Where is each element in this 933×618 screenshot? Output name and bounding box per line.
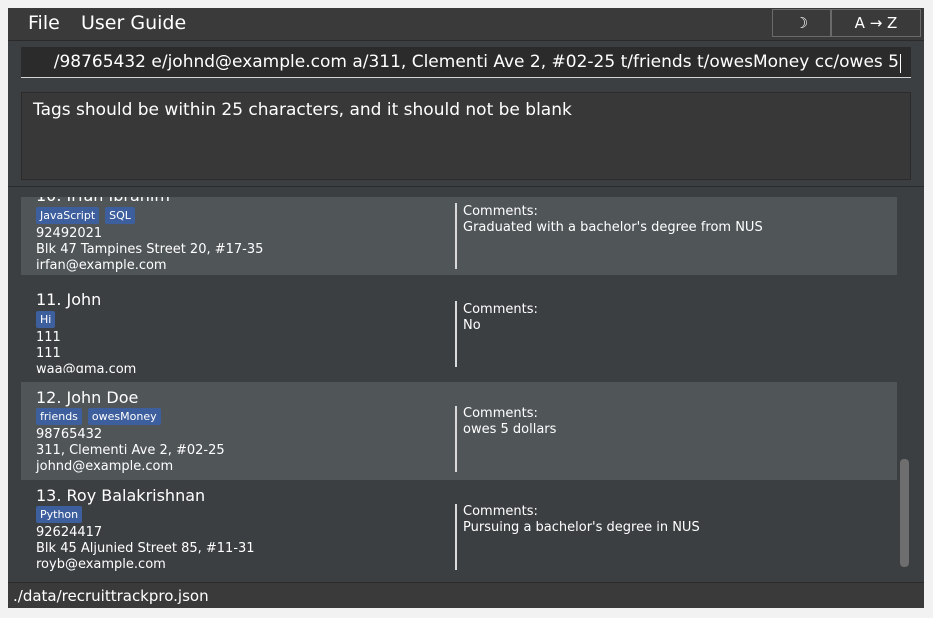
person-address: Blk 47 Tampines Street 20, #17-35	[36, 242, 264, 257]
comment-label: Comments:	[463, 204, 538, 219]
tag-list: JavaScript SQL	[36, 207, 135, 224]
person-name: 12. John Doe	[36, 388, 139, 407]
command-input-text: /98765432 e/johnd@example.com a/311, Cle…	[53, 52, 899, 72]
menu-file[interactable]: File	[28, 12, 60, 34]
person-address: Blk 45 Aljunied Street 85, #11-31	[36, 541, 255, 556]
tag: Hi	[36, 311, 56, 328]
tag: JavaScript	[36, 207, 100, 224]
person-address: 111	[36, 346, 61, 361]
person-email: royb@example.com	[36, 557, 166, 571]
tag-list: friends owesMoney	[36, 408, 161, 425]
text-caret	[900, 54, 901, 73]
person-name: 13. Roy Balakrishnan	[36, 486, 206, 505]
tag-list: Python	[36, 506, 83, 523]
person-phone: 92624417	[36, 525, 103, 540]
tag-list: Hi	[36, 311, 56, 328]
comment-divider	[455, 301, 457, 367]
moon-icon: ☽	[794, 14, 809, 32]
comment-divider	[455, 203, 457, 269]
tag: Python	[36, 506, 83, 523]
tag: friends	[36, 408, 82, 425]
menu-bar: File User Guide ☽ A → Z	[8, 8, 924, 41]
person-name: 11. John	[36, 290, 102, 309]
comment-label: Comments:	[463, 302, 538, 317]
comment-text: No	[463, 318, 481, 333]
theme-toggle-button[interactable]: ☽	[772, 9, 831, 37]
person-phone: 111	[36, 330, 61, 345]
scrollbar-thumb[interactable]	[900, 459, 909, 567]
status-bar: ./data/recruittrackpro.json	[8, 582, 924, 608]
sort-button[interactable]: A → Z	[831, 9, 921, 37]
comment-divider	[455, 406, 457, 472]
person-email: waa@gma.com	[36, 362, 137, 373]
person-email: johnd@example.com	[36, 459, 174, 474]
person-card[interactable]: 11. John Hi 111 111 waa@gma.com Comments…	[21, 275, 897, 373]
menu-user-guide[interactable]: User Guide	[81, 12, 186, 34]
app-window: File User Guide ☽ A → Z /98765432 e/john…	[8, 8, 924, 608]
comment-label: Comments:	[463, 504, 538, 519]
person-card[interactable]: 13. Roy Balakrishnan Python 92624417 Blk…	[21, 480, 897, 571]
person-card[interactable]: 10. Irfan Ibrahim JavaScript SQL 9249202…	[21, 197, 897, 275]
result-message: Tags should be within 25 characters, and…	[33, 100, 572, 120]
person-email: irfan@example.com	[36, 258, 167, 273]
person-list[interactable]: 10. Irfan Ibrahim JavaScript SQL 9249202…	[21, 197, 897, 571]
person-phone: 98765432	[36, 427, 103, 442]
tag: owesMoney	[87, 408, 161, 425]
comment-label: Comments:	[463, 406, 538, 421]
person-phone: 92492021	[36, 226, 103, 241]
comment-text: Graduated with a bachelor's degree from …	[463, 220, 763, 235]
result-display[interactable]: Tags should be within 25 characters, and…	[21, 92, 911, 180]
person-address: 311, Clementi Ave 2, #02-25	[36, 443, 225, 458]
comment-text: Pursuing a bachelor's degree in NUS	[463, 520, 700, 535]
comment-divider	[455, 504, 457, 570]
person-card[interactable]: 12. John Doe friends owesMoney 98765432 …	[21, 382, 897, 480]
data-file-path: ./data/recruittrackpro.json	[13, 587, 209, 605]
tag: SQL	[105, 207, 135, 224]
command-input[interactable]: /98765432 e/johnd@example.com a/311, Cle…	[21, 47, 911, 78]
comment-text: owes 5 dollars	[463, 422, 557, 437]
person-name: 10. Irfan Ibrahim	[36, 197, 170, 205]
section-divider	[8, 186, 924, 187]
